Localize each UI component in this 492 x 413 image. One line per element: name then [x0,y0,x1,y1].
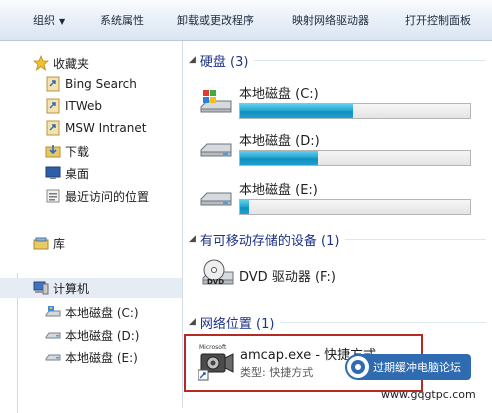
webcam-app-icon: Microsoft [197,342,236,382]
nav-drive-c[interactable]: 本地磁盘 (C:) [0,302,182,322]
nav-bing-search[interactable]: Bing Search [0,74,182,94]
group-header-removable[interactable]: ◢ 有可移动存储的设备 (1) [183,228,492,250]
shortcut-link-icon [45,120,61,136]
hard-disks-header-label: 硬盘 (3) [199,54,249,70]
organize-menu-button[interactable]: 组织 ▼ [33,13,65,29]
drive-e-usage-bar [239,199,471,215]
nav-computer-label: 计算机 [53,281,90,296]
recent-places-icon [45,188,61,204]
collapse-triangle-icon: ◢ [189,55,196,65]
library-icon [33,235,49,251]
group-header-hard-disks[interactable]: ◢ 硬盘 (3) [183,49,492,71]
drive-c-usage-fill [240,104,353,118]
watermark-text: 过期缓冲电脑论坛 [373,361,461,374]
hard-drive-icon [45,327,61,343]
command-bar: 组织 ▼ 系统属性 卸载或更改程序 映射网络驱动器 打开控制面板 [0,0,492,41]
nav-computer[interactable]: 计算机 [0,278,182,298]
drive-d-tile[interactable]: 本地磁盘 (D:) [199,130,489,172]
hard-drive-icon [45,349,61,365]
nav-libraries[interactable]: 库 [0,233,182,253]
drive-c-usage-bar [239,103,471,119]
nav-itweb[interactable]: ITWeb [0,96,182,116]
nav-drive-e[interactable]: 本地磁盘 (E:) [0,347,182,367]
open-control-panel-button[interactable]: 打开控制面板 [405,13,471,29]
dvd-drive-tile[interactable]: DVD DVD 驱动器 (F:) [199,256,489,298]
drive-d-name: 本地磁盘 (D:) [239,134,320,149]
system-drive-icon [199,89,233,115]
dvd-drive-name: DVD 驱动器 (F:) [239,270,336,285]
system-properties-button[interactable]: 系统属性 [100,13,144,29]
navigation-pane: 收藏夹 Bing Search ITWeb MSW Intranet 下载 桌面 [0,41,183,413]
nav-recent-label: 最近访问的位置 [65,189,150,204]
collapse-triangle-icon: ◢ [189,234,196,244]
computer-icon [33,280,49,296]
nav-msw-intranet[interactable]: MSW Intranet [0,118,182,138]
drive-d-usage-bar [239,150,471,166]
forum-watermark: 过期缓冲电脑论坛 [345,354,471,380]
nav-library-label: 库 [53,236,66,251]
drive-e-name: 本地磁盘 (E:) [239,183,318,198]
nav-bing-label: Bing Search [65,77,137,91]
removable-header-label: 有可移动存储的设备 (1) [199,233,340,249]
map-network-drive-button[interactable]: 映射网络驱动器 [292,13,369,29]
network-header-label: 网络位置 (1) [199,316,275,332]
drive-c-name: 本地磁盘 (C:) [239,87,319,102]
shortcut-link-icon [45,76,61,92]
app-icon-text: Microsoft [199,344,227,351]
nav-downloads[interactable]: 下载 [0,141,182,161]
shortcut-link-icon [45,98,61,114]
nav-msw-label: MSW Intranet [65,121,147,135]
drive-c-tile[interactable]: 本地磁盘 (C:) [199,83,489,125]
star-icon [32,54,50,72]
dvd-logo-text: DVD [207,278,224,286]
forum-logo-icon [347,356,369,378]
hard-drive-icon [199,185,233,211]
uninstall-program-button[interactable]: 卸载或更改程序 [177,13,254,29]
watermark-url: www.gqgtpc.com [381,388,476,401]
nav-drive-d[interactable]: 本地磁盘 (D:) [0,325,182,345]
desktop-icon [45,165,61,181]
hard-drive-icon [199,136,233,162]
system-drive-icon [45,304,61,320]
nav-favorites[interactable]: 收藏夹 [0,53,182,73]
nav-drive-c-label: 本地磁盘 (C:) [65,305,139,320]
nav-desktop[interactable]: 桌面 [0,163,182,183]
divider [254,59,486,61]
nav-recent-places[interactable]: 最近访问的位置 [0,186,182,206]
organize-label: 组织 [33,14,55,27]
collapse-triangle-icon: ◢ [189,317,196,327]
dvd-drive-icon: DVD [199,258,235,290]
divider [345,238,486,240]
nav-itweb-label: ITWeb [65,99,103,113]
nav-desktop-label: 桌面 [65,166,90,181]
nav-favorites-label: 收藏夹 [53,56,90,71]
downloads-folder-icon [45,143,61,159]
divider [280,321,486,323]
nav-drive-e-label: 本地磁盘 (E:) [65,350,138,365]
nav-drive-d-label: 本地磁盘 (D:) [65,328,140,343]
drive-e-tile[interactable]: 本地磁盘 (E:) [199,179,489,221]
chevron-down-icon: ▼ [59,17,66,26]
drive-e-usage-fill [240,200,250,214]
shortcut-type: 类型: 快捷方式 [240,366,314,379]
drive-d-usage-fill [240,151,319,165]
group-header-network[interactable]: ◢ 网络位置 (1) [183,311,492,333]
nav-downloads-label: 下载 [65,144,90,159]
